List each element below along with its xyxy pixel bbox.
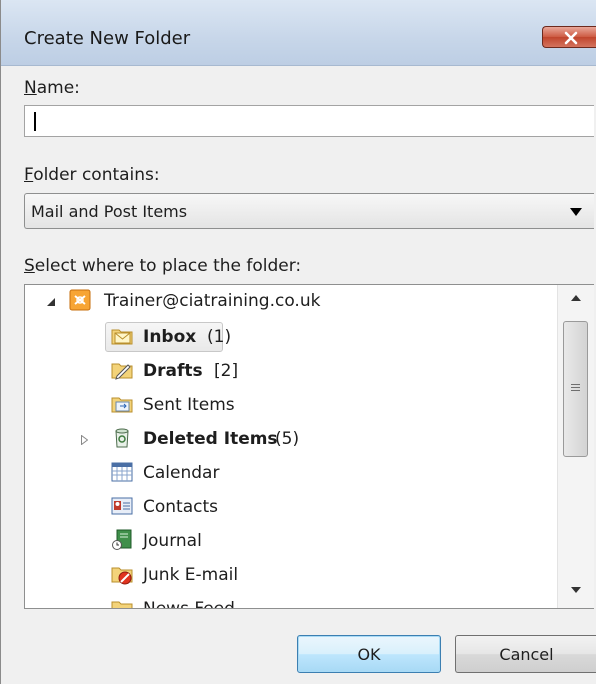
drafts-folder-icon (111, 363, 133, 380)
grip-line (571, 387, 580, 388)
tree-node-label: Sent Items (143, 395, 235, 415)
tree-node-label: Deleted Items (143, 429, 278, 449)
folder-tree: Trainer@ciatraining.co.uk Inbox (1) Draf… (24, 284, 594, 609)
close-icon (564, 31, 578, 45)
close-button[interactable] (542, 26, 596, 48)
tree-node-label: Calendar (143, 463, 220, 483)
unread-count: (1) (207, 327, 232, 347)
create-new-folder-dialog: Create New Folder Name: Folder contains:… (0, 0, 596, 684)
tree-node-label: News Feed (143, 599, 235, 609)
name-label: Name: (24, 78, 80, 98)
sent-items-folder-icon (111, 397, 133, 413)
expanded-triangle-icon[interactable] (47, 298, 55, 306)
folder-contains-value: Mail and Post Items (31, 202, 188, 221)
contacts-icon (111, 497, 133, 515)
text-caret (34, 112, 36, 131)
title-bar: Create New Folder (1, 0, 596, 66)
folder-contains-label: Folder contains: (24, 165, 160, 185)
junk-email-folder-icon (111, 567, 133, 585)
ok-button[interactable]: OK (297, 635, 441, 673)
dropdown-arrow-icon (570, 208, 582, 216)
item-count: [2] (214, 361, 239, 381)
tree-node-journal[interactable]: Journal (111, 525, 311, 557)
tree-node-junk-email[interactable]: Junk E-mail (111, 559, 311, 591)
tree-node-label: Inbox (143, 327, 197, 347)
grip-line (571, 384, 580, 385)
tree-node-contacts[interactable]: Contacts (111, 491, 311, 523)
scroll-down-arrow-icon[interactable] (571, 587, 581, 593)
tree-node-drafts[interactable]: Drafts [2] (111, 355, 311, 387)
unread-count: (5) (275, 429, 300, 449)
scrollbar-thumb[interactable] (563, 321, 588, 457)
folder-contains-select[interactable]: Mail and Post Items (24, 193, 594, 229)
tree-scrollbar[interactable] (557, 285, 594, 608)
tree-node-account[interactable]: Trainer@ciatraining.co.uk (25, 285, 555, 317)
tree-node-news-feed[interactable]: News Feed (111, 593, 311, 609)
tree-node-inbox[interactable]: Inbox (1) (105, 321, 311, 353)
location-label: Select where to place the folder: (24, 256, 302, 276)
scroll-up-arrow-icon[interactable] (571, 295, 581, 301)
tree-node-label: Journal (143, 531, 202, 551)
tree-node-label: Trainer@ciatraining.co.uk (104, 291, 321, 311)
collapsed-triangle-icon[interactable] (81, 435, 88, 445)
tree-node-calendar[interactable]: Calendar (111, 457, 311, 489)
tree-node-label: Drafts (143, 361, 203, 381)
dialog-title: Create New Folder (24, 28, 191, 49)
name-input[interactable] (24, 105, 594, 137)
deleted-items-icon (115, 428, 129, 448)
news-feed-folder-icon (111, 601, 133, 608)
journal-icon (112, 529, 132, 550)
tree-node-deleted-items[interactable]: Deleted Items (5) (81, 423, 341, 455)
tree-node-label: Contacts (143, 497, 218, 517)
inbox-folder-icon (111, 329, 133, 345)
tree-node-label: Junk E-mail (143, 565, 239, 585)
cancel-button[interactable]: Cancel (455, 635, 596, 673)
calendar-icon (111, 462, 133, 482)
data-file-icon (69, 289, 91, 311)
grip-line (571, 390, 580, 391)
tree-node-sent-items[interactable]: Sent Items (111, 389, 311, 421)
